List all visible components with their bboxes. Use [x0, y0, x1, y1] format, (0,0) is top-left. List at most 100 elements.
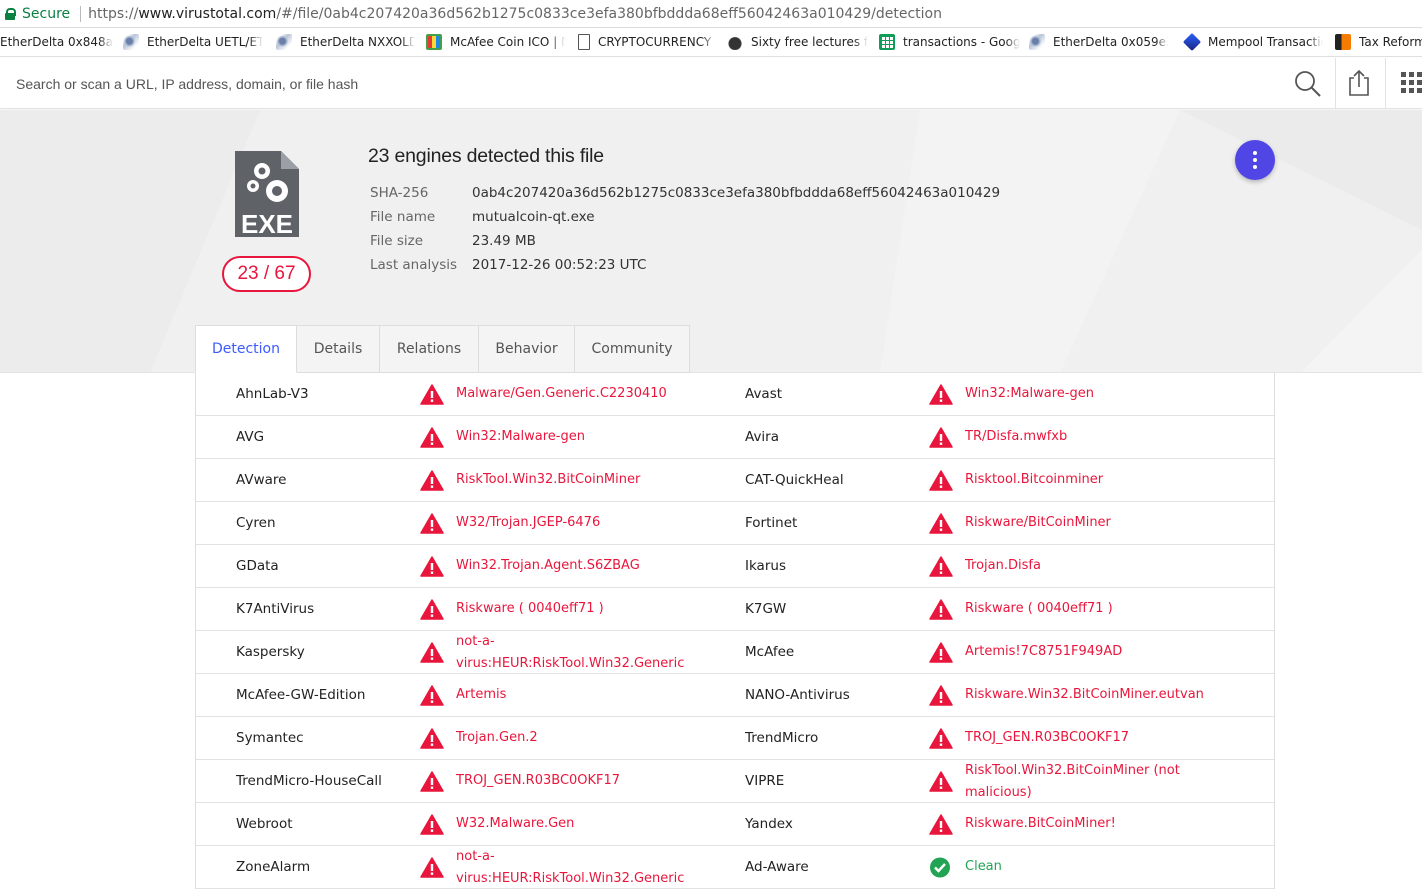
warning-icon: [929, 470, 953, 491]
detection-result: not-a-virus:HEUR:RiskTool.Win32.Generic: [456, 634, 685, 671]
bookmark-item[interactable]: Mempool Transaction: [1182, 28, 1323, 56]
detection-result: Win32:Malware-gen: [965, 386, 1094, 401]
dot: [1253, 158, 1257, 162]
warning-icon: [420, 470, 444, 491]
bookmark-item[interactable]: McAfee Coin ICO | M: [426, 28, 565, 56]
bookmark-item[interactable]: EtherDelta 0x848ae4c: [0, 28, 113, 56]
upload-icon[interactable]: [1348, 69, 1370, 97]
dot: [1253, 151, 1257, 155]
detection-result: RiskTool.Win32.BitCoinMiner (not malicio…: [965, 763, 1180, 800]
bookmark-label: Tax Reform Law: [1359, 35, 1422, 49]
detection-result: W32/Trojan.JGEP-6476: [456, 515, 601, 530]
bookmark-label: EtherDelta UETL/ETH: [147, 35, 263, 49]
detection-result: not-a-virus:HEUR:RiskTool.Win32.Generic: [456, 849, 685, 886]
engine-name: Avast: [745, 386, 783, 402]
warning-icon: [929, 556, 953, 577]
warning-icon: [420, 857, 444, 878]
engine-name: ZoneAlarm: [236, 859, 311, 875]
detection-result: W32.Malware.Gen: [456, 816, 575, 831]
engine-name: Fortinet: [745, 515, 798, 531]
text-fade: [99, 28, 113, 56]
table-row: Kaspersky not-a-virus:HEUR:RiskTool.Win32…: [196, 631, 1274, 674]
warning-icon: [420, 771, 444, 792]
text-fade: [1155, 28, 1169, 56]
detection-result: Riskware/BitCoinMiner: [965, 515, 1111, 530]
mcafee-icon: [426, 34, 442, 50]
warning-icon: [929, 685, 953, 706]
table-row: AVG Win32:Malware-gen Avira TR/Disfa.mwfxb: [196, 416, 1274, 459]
text-fade: [1309, 28, 1323, 56]
detection-result: Riskware.BitCoinMiner!: [965, 816, 1116, 831]
warning-icon: [420, 685, 444, 706]
table-row: GData Win32.Trojan.Agent.S6ZBAG Ikarus Troj…: [196, 545, 1274, 588]
text-fade: [551, 28, 565, 56]
warning-icon: [929, 771, 953, 792]
detection-result: Riskware.Win32.BitCoinMiner.eutvan: [965, 687, 1204, 702]
more-options-button[interactable]: [1235, 140, 1275, 180]
engine-name: Yandex: [745, 816, 793, 832]
bookmarks-bar: EtherDelta 0x848ae4c EtherDelta UETL/ETH E…: [0, 28, 1422, 57]
tab-community[interactable]: Community: [575, 325, 690, 373]
warning-icon: [420, 642, 444, 663]
warning-icon: [929, 814, 953, 835]
tab-relations[interactable]: Relations: [380, 325, 479, 373]
table-row: McAfee-GW-Edition Artemis NANO-Antivirus Ri…: [196, 674, 1274, 717]
bookmark-label: EtherDelta 0x059e3ea: [1053, 35, 1169, 49]
bookmark-item[interactable]: transactions - Google: [879, 28, 1020, 56]
table-row: ZoneAlarm not-a-virus:HEUR:RiskTool.Win32…: [196, 846, 1274, 889]
engine-name: AVware: [236, 472, 287, 488]
dot: [1253, 165, 1257, 169]
report-tabs: Detection Details Relations Behavior Communi…: [195, 325, 690, 373]
engine-name: GData: [236, 558, 279, 574]
exe-label: EXE: [241, 209, 293, 239]
browser-address-bar[interactable]: Secure https://www.virustotal.com/#/file…: [0, 0, 1422, 28]
engine-name: Cyren: [236, 515, 276, 531]
tab-behavior[interactable]: Behavior: [479, 325, 575, 373]
metadata-value: mutualcoin-qt.exe: [472, 209, 595, 225]
bookmark-item[interactable]: EtherDelta UETL/ETH: [123, 28, 263, 56]
bookmark-item[interactable]: EtherDelta NXXOLD/E: [276, 28, 415, 56]
search-icon[interactable]: [1294, 70, 1322, 98]
exe-file-icon: EXE: [235, 151, 299, 239]
reddit-icon: [727, 34, 743, 50]
engine-name: AhnLab-V3: [236, 386, 309, 402]
check-circle-icon: [930, 857, 950, 878]
text-fade: [401, 28, 415, 56]
engine-name: NANO-Antivirus: [745, 687, 850, 703]
etherdelta-icon: [1029, 34, 1045, 50]
table-row: AhnLab-V3 Malware/Gen.Generic.C2230410 Ava…: [196, 373, 1274, 416]
bookmark-item[interactable]: EtherDelta 0x059e3ea: [1029, 28, 1169, 56]
search-input[interactable]: [6, 66, 1276, 101]
mempool-icon: [1182, 32, 1202, 52]
bookmark-item[interactable]: CRYPTOCURRENCY C: [576, 28, 716, 56]
tab-details[interactable]: Details: [297, 325, 380, 373]
warning-icon: [929, 513, 953, 534]
detection-result: Win32.Trojan.Agent.S6ZBAG: [456, 558, 640, 573]
engine-name: K7GW: [745, 601, 787, 617]
detection-result: TR/Disfa.mwfxb: [965, 429, 1068, 444]
toolbar-divider: [1335, 58, 1336, 109]
metadata-value: 2017-12-26 00:52:23 UTC: [472, 257, 647, 273]
bookmark-item[interactable]: Sixty free lectures fro: [727, 28, 868, 56]
vt-search-bar: [0, 58, 1422, 109]
warning-icon: [420, 513, 444, 534]
warning-icon: [929, 728, 953, 749]
bookmark-item[interactable]: Tax Reform Law: [1335, 28, 1422, 56]
apps-grid-icon[interactable]: [1401, 72, 1422, 94]
detection-score: 23 / 67: [222, 256, 311, 292]
sheets-icon: [879, 34, 895, 50]
metadata-label: File size: [370, 233, 424, 249]
url-text[interactable]: https://www.virustotal.com/#/file/0ab4c2…: [88, 6, 942, 22]
detection-result: TROJ_GEN.R03BC0OKF17: [456, 773, 621, 788]
text-fade: [854, 28, 868, 56]
etherdelta-icon: [123, 34, 139, 50]
engine-name: CAT-QuickHeal: [745, 472, 844, 488]
tab-detection[interactable]: Detection: [195, 325, 297, 373]
warning-icon: [929, 427, 953, 448]
text-fade: [1006, 28, 1020, 56]
bookmark-label: CRYPTOCURRENCY C: [598, 35, 716, 49]
warning-icon: [420, 814, 444, 835]
metadata-label: File name: [370, 209, 436, 225]
table-row: AVware RiskTool.Win32.BitCoinMiner CAT-Qui…: [196, 459, 1274, 502]
detection-result: Trojan.Gen.2: [456, 730, 538, 745]
